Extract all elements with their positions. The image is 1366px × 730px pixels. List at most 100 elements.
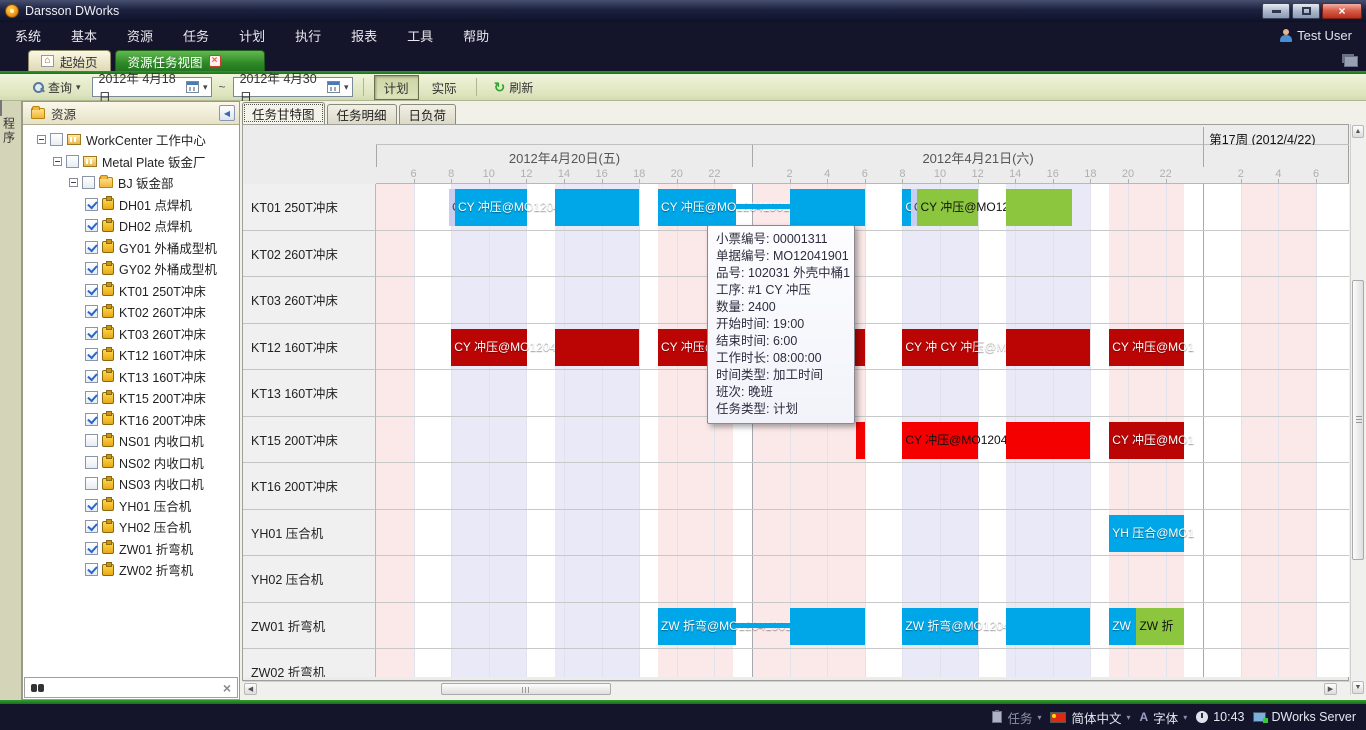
scroll-left-icon[interactable]: ◀: [244, 683, 257, 695]
tree-checkbox[interactable]: [85, 456, 98, 469]
task-bar[interactable]: ZW 折弯@MO12041901: [658, 608, 736, 645]
clear-filter-icon[interactable]: ×: [223, 680, 231, 696]
scroll-down-icon[interactable]: ▼: [1352, 681, 1364, 694]
tree-node[interactable]: YH01 压合机: [23, 495, 239, 517]
task-bar[interactable]: ZW 折: [1136, 608, 1184, 645]
dropdown-icon[interactable]: ▾: [1037, 713, 1041, 722]
status-item-font[interactable]: A字体▾: [1140, 708, 1188, 727]
tree-node[interactable]: KT02 260T冲床: [23, 301, 239, 323]
windows-list-icon[interactable]: [1344, 56, 1358, 67]
plan-toggle-button[interactable]: 计划: [374, 75, 419, 100]
tree-checkbox[interactable]: [85, 305, 98, 318]
task-bar[interactable]: ZW 折弯@MO12041901: [902, 608, 977, 645]
tree-checkbox[interactable]: [85, 370, 98, 383]
tree-checkbox[interactable]: [85, 284, 98, 297]
date-from-dropdown-icon[interactable]: ▾: [203, 82, 208, 93]
menu-item-报表[interactable]: 报表: [336, 26, 392, 45]
view-tab-任务甘特图[interactable]: 任务甘特图: [242, 102, 325, 124]
menu-item-任务[interactable]: 任务: [168, 26, 224, 45]
vertical-scroll-thumb[interactable]: [1352, 280, 1364, 560]
scroll-right-icon[interactable]: ▶: [1324, 683, 1337, 695]
tree-node[interactable]: WorkCenter 工作中心: [23, 129, 239, 151]
tree-checkbox[interactable]: [85, 348, 98, 361]
menu-item-工具[interactable]: 工具: [392, 26, 448, 45]
tree-checkbox[interactable]: [85, 477, 98, 490]
tree-node[interactable]: NS02 内收口机: [23, 452, 239, 474]
task-bar[interactable]: CY 冲 CY 冲压@MO12041904: [902, 329, 977, 366]
tree-node[interactable]: ZW02 折弯机: [23, 559, 239, 581]
tree-checkbox[interactable]: [50, 133, 63, 146]
tree-checkbox[interactable]: [85, 198, 98, 211]
menu-item-计划[interactable]: 计划: [224, 26, 280, 45]
tree-checkbox[interactable]: [82, 176, 95, 189]
date-to-dropdown-icon[interactable]: ▾: [344, 82, 349, 93]
tree-node[interactable]: BJ 钣金部: [23, 172, 239, 194]
view-tab-任务明细[interactable]: 任务明细: [327, 104, 397, 124]
minimize-button[interactable]: [1262, 3, 1290, 19]
tree-node[interactable]: ZW01 折弯机: [23, 538, 239, 560]
tree-checkbox[interactable]: [85, 327, 98, 340]
tree-node[interactable]: KT15 200T冲床: [23, 387, 239, 409]
tree-checkbox[interactable]: [85, 391, 98, 404]
task-bar[interactable]: C: [902, 189, 910, 226]
calendar-icon[interactable]: [186, 81, 199, 93]
tree-checkbox[interactable]: [66, 155, 79, 168]
menu-item-执行[interactable]: 执行: [280, 26, 336, 45]
tree-checkbox[interactable]: [85, 499, 98, 512]
tree-node[interactable]: KT16 200T冲床: [23, 409, 239, 431]
task-bar[interactable]: [555, 329, 640, 366]
tree-node[interactable]: GY01 外桶成型机: [23, 237, 239, 259]
tab-close-icon[interactable]: ×: [209, 55, 221, 67]
tree-checkbox[interactable]: [85, 262, 98, 275]
tree-checkbox[interactable]: [85, 520, 98, 533]
task-bar[interactable]: [555, 189, 640, 226]
menu-item-资源[interactable]: 资源: [112, 26, 168, 45]
task-bar[interactable]: CY 冲压@MO12041901: [658, 189, 736, 226]
tree-checkbox[interactable]: [85, 241, 98, 254]
status-item-clock[interactable]: 10:43: [1196, 710, 1244, 724]
task-bar[interactable]: CY 冲压@MO12041904: [451, 329, 527, 366]
scroll-up-icon[interactable]: ▲: [1352, 125, 1364, 138]
status-item-clipboard[interactable]: 任务▾: [992, 708, 1041, 727]
date-from-field[interactable]: 2012年 4月18日 ▾: [92, 77, 212, 97]
task-bar[interactable]: CY 冲压@MO12041902: [917, 189, 977, 226]
date-to-field[interactable]: 2012年 4月30日 ▾: [233, 77, 353, 97]
tree-expand-toggle[interactable]: [37, 135, 46, 144]
refresh-button[interactable]: ↻ 刷新: [487, 76, 541, 99]
calendar-icon[interactable]: [327, 81, 340, 93]
task-bar[interactable]: [790, 608, 865, 645]
task-bar[interactable]: [1006, 608, 1091, 645]
tree-checkbox[interactable]: [85, 219, 98, 232]
task-bar[interactable]: CY 冲压@MO1: [1109, 329, 1184, 366]
task-bar[interactable]: C: [911, 189, 918, 226]
collapsed-panel-strip[interactable]: 程序: [0, 101, 22, 700]
tree-node[interactable]: NS01 内收口机: [23, 430, 239, 452]
tree-node[interactable]: KT12 160T冲床: [23, 344, 239, 366]
view-tab-日负荷[interactable]: 日负荷: [399, 104, 457, 124]
task-bar[interactable]: CY 冲压@MO1: [1109, 422, 1184, 459]
task-bar[interactable]: [1006, 329, 1091, 366]
task-bar[interactable]: [736, 623, 790, 628]
task-bar[interactable]: [736, 204, 790, 209]
tree-expand-toggle[interactable]: [53, 157, 62, 166]
menu-item-帮助[interactable]: 帮助: [448, 26, 504, 45]
actual-toggle-button[interactable]: 实际: [423, 76, 466, 99]
tree-node[interactable]: DH01 点焊机: [23, 194, 239, 216]
task-bar[interactable]: [1006, 422, 1091, 459]
tree-node[interactable]: KT13 160T冲床: [23, 366, 239, 388]
vertical-scrollbar[interactable]: ▲ ▼: [1350, 124, 1365, 695]
task-bar[interactable]: ZW: [1109, 608, 1136, 645]
horizontal-scrollbar[interactable]: ◀ ▶: [243, 681, 1351, 695]
tree-checkbox[interactable]: [85, 413, 98, 426]
close-button[interactable]: ×: [1322, 3, 1362, 19]
restore-button[interactable]: [1292, 3, 1320, 19]
tree-node[interactable]: GY02 外桶成型机: [23, 258, 239, 280]
status-item-server[interactable]: DWorks Server: [1253, 710, 1356, 724]
task-bar[interactable]: YH 压合@MO1: [1109, 515, 1184, 552]
tree-checkbox[interactable]: [85, 434, 98, 447]
tree-node[interactable]: YH02 压合机: [23, 516, 239, 538]
task-bar[interactable]: [1006, 189, 1072, 226]
task-bar[interactable]: CY 冲压@MO12041901: [455, 189, 527, 226]
horizontal-scroll-thumb[interactable]: [441, 683, 611, 695]
task-bar[interactable]: CY 冲压@MO12041903: [902, 422, 977, 459]
